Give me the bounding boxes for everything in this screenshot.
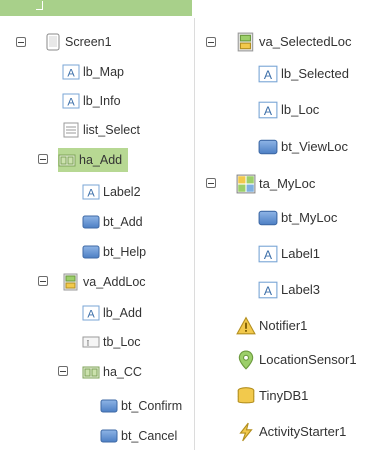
tree-item-label: lb_Info	[83, 94, 121, 108]
tree-item-label: ha_Add	[79, 153, 123, 167]
tree-item-bt-add[interactable]: bt_Add	[82, 210, 143, 234]
table-arrangement-icon	[236, 174, 256, 194]
tree-item-bt-viewloc[interactable]: bt_ViewLoc	[258, 135, 348, 159]
tree-item-bt-myloc[interactable]: bt_MyLoc	[258, 206, 337, 230]
tinydb-icon	[236, 386, 256, 406]
collapse-toggle-va-addloc[interactable]	[38, 276, 48, 286]
vertical-arrangement-icon	[62, 273, 80, 291]
tree-item-tinydb1[interactable]: TinyDB1	[236, 384, 308, 408]
svg-text:I: I	[87, 339, 90, 348]
tree-item-notifier1[interactable]: Notifier1	[236, 314, 307, 338]
label-icon: A	[82, 183, 100, 201]
tree-item-bt-cancel[interactable]: bt_Cancel	[100, 424, 177, 448]
location-sensor-icon	[236, 350, 256, 370]
tree-item-label: ta_MyLoc	[259, 176, 316, 191]
button-icon	[82, 213, 100, 231]
tree-item-label: Label3	[281, 282, 321, 297]
label-icon: A	[258, 64, 278, 84]
tree-item-label: TinyDB1	[259, 388, 309, 403]
tree-item-tb-loc[interactable]: I tb_Loc	[82, 330, 141, 354]
collapse-toggle-va-selectedloc[interactable]	[206, 37, 216, 47]
button-icon	[82, 243, 100, 261]
tree-item-lb-add[interactable]: A lb_Add	[82, 301, 142, 325]
column-divider	[194, 18, 195, 450]
tree-item-label: lb_Map	[83, 65, 124, 79]
tree-item-label: lb_Selected	[281, 66, 349, 81]
tree-item-label: bt_Confirm	[121, 399, 183, 413]
tree-item-label: bt_ViewLoc	[281, 139, 348, 154]
tree-item-bt-help[interactable]: bt_Help	[82, 240, 146, 264]
activity-starter-icon	[236, 422, 256, 442]
svg-text:A: A	[264, 248, 273, 262]
listpicker-icon	[62, 121, 80, 139]
svg-text:A: A	[67, 68, 75, 80]
tree-item-label: Label1	[281, 246, 321, 261]
button-icon	[258, 208, 278, 228]
collapse-toggle-ta-myloc[interactable]	[206, 178, 216, 188]
tree-item-screen1[interactable]: Screen1	[44, 30, 112, 54]
tree-item-lb-loc[interactable]: A lb_Loc	[258, 98, 319, 122]
tree-item-label: list_Select	[83, 123, 140, 137]
tree-item-va-addloc[interactable]: va_AddLoc	[62, 270, 146, 294]
tree-item-label1[interactable]: A Label1	[258, 242, 320, 266]
svg-text:A: A	[87, 188, 95, 200]
tree-item-locationsensor1[interactable]: LocationSensor1	[236, 348, 357, 372]
palette-header-strip	[0, 0, 192, 16]
svg-text:A: A	[87, 309, 95, 321]
tree-item-label: LocationSensor1	[259, 352, 357, 367]
textbox-icon: I	[82, 333, 100, 351]
collapse-toggle-screen1[interactable]	[16, 37, 26, 47]
button-icon	[100, 427, 118, 445]
button-icon	[100, 397, 118, 415]
tree-item-va-selectedloc[interactable]: va_SelectedLoc	[236, 30, 352, 54]
svg-text:A: A	[264, 104, 273, 118]
collapse-toggle-ha-cc[interactable]	[58, 366, 68, 376]
tree-item-label: ha_CC	[103, 365, 142, 379]
horizontal-arrangement-icon	[82, 363, 100, 381]
tree-item-label: bt_Add	[103, 215, 143, 229]
tree-item-label: bt_Help	[103, 245, 147, 259]
label-icon: A	[258, 244, 278, 264]
tree-item-label: bt_Cancel	[121, 429, 178, 443]
tree-item-lb-selected[interactable]: A lb_Selected	[258, 62, 349, 86]
button-icon	[258, 137, 278, 157]
tree-item-lb-map[interactable]: A lb_Map	[62, 60, 124, 84]
tree-item-label: lb_Loc	[281, 102, 320, 117]
tree-item-label2[interactable]: A Label2	[82, 180, 141, 204]
svg-text:A: A	[264, 284, 273, 298]
tree-item-label3[interactable]: A Label3	[258, 278, 320, 302]
screen-icon	[44, 33, 62, 51]
tree-item-activitystarter1[interactable]: ActivityStarter1	[236, 420, 346, 444]
notifier-icon	[236, 316, 256, 336]
svg-text:A: A	[264, 68, 273, 82]
tree-item-label: tb_Loc	[103, 335, 141, 349]
tree-item-bt-confirm[interactable]: bt_Confirm	[100, 394, 182, 418]
collapse-toggle-ha-add[interactable]	[38, 154, 48, 164]
tree-item-list-select[interactable]: list_Select	[62, 118, 140, 142]
tree-item-label: Screen1	[65, 35, 112, 49]
tree-item-label: Label2	[103, 185, 141, 199]
tree-item-ha-cc[interactable]: ha_CC	[82, 360, 142, 384]
tree-item-ha-add[interactable]: ha_Add	[58, 148, 129, 172]
tree-item-ta-myloc[interactable]: ta_MyLoc	[236, 172, 315, 196]
horizontal-arrangement-icon	[58, 151, 76, 169]
label-icon: A	[258, 100, 278, 120]
tree-item-lb-info[interactable]: A lb_Info	[62, 89, 121, 113]
header-notch	[36, 1, 43, 10]
tree-item-label: Notifier1	[259, 318, 308, 333]
tree-item-label: ActivityStarter1	[259, 424, 347, 439]
label-icon: A	[258, 280, 278, 300]
tree-item-label: bt_MyLoc	[281, 210, 338, 225]
tree-item-label: va_SelectedLoc	[259, 34, 352, 49]
label-icon: A	[62, 63, 80, 81]
vertical-arrangement-icon	[236, 32, 256, 52]
label-icon: A	[82, 304, 100, 322]
svg-text:A: A	[67, 97, 75, 109]
label-icon: A	[62, 92, 80, 110]
tree-item-label: va_AddLoc	[83, 275, 146, 289]
tree-item-label: lb_Add	[103, 306, 142, 320]
